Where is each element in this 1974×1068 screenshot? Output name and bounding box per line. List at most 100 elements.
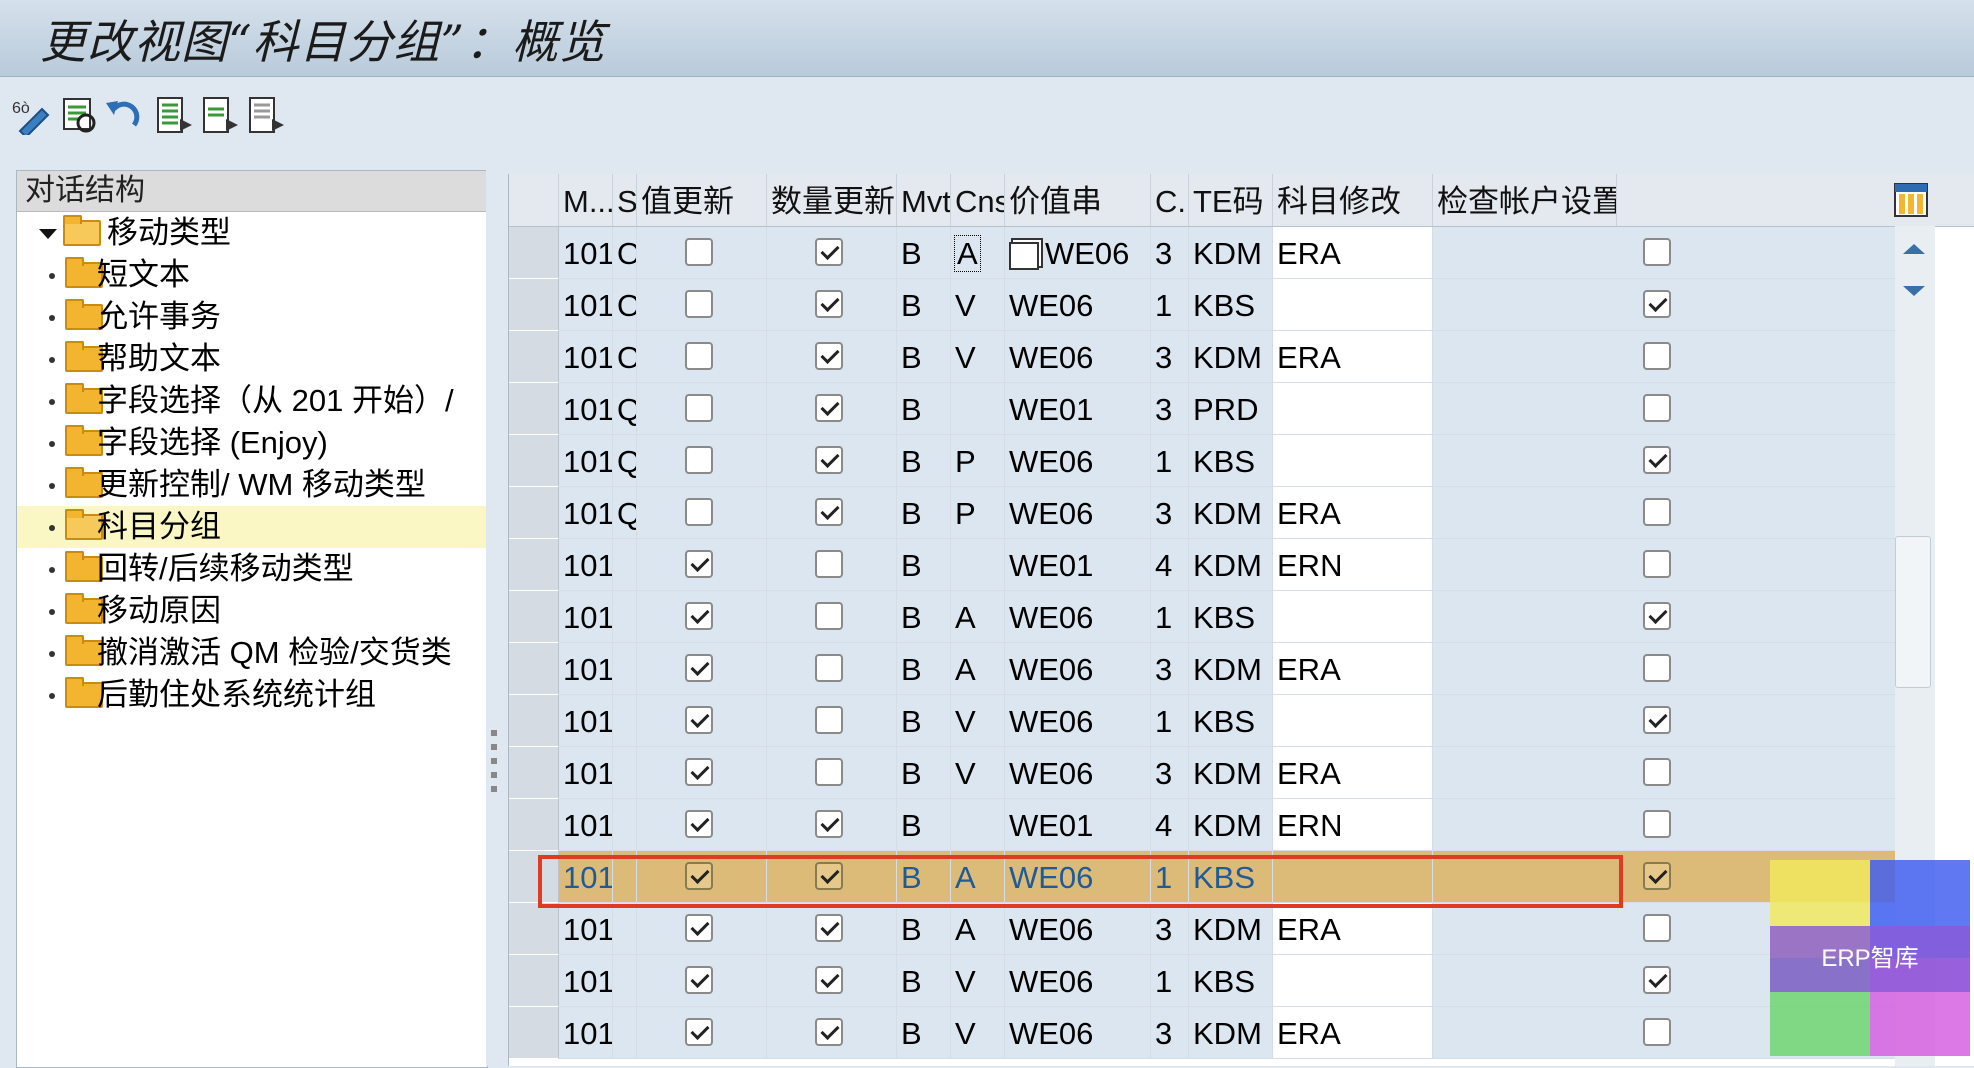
checkbox[interactable] bbox=[1643, 446, 1671, 474]
checkbox[interactable] bbox=[685, 498, 713, 526]
cell-account-modifier[interactable]: ERN bbox=[1273, 539, 1433, 591]
cell-account-modifier[interactable]: ERA bbox=[1273, 331, 1433, 383]
table-row[interactable]: 101Q BP WE06 1 KBS bbox=[559, 435, 1903, 487]
cell-account-modifier[interactable] bbox=[1273, 591, 1433, 643]
cell-account-modifier[interactable] bbox=[1273, 279, 1433, 331]
row-selector[interactable] bbox=[509, 903, 559, 955]
column-header[interactable]: S bbox=[613, 174, 637, 226]
table-row[interactable]: 101O BV WE06 3 KDM ERA bbox=[559, 331, 1903, 383]
cell-account-modifier[interactable] bbox=[1273, 695, 1433, 747]
tree-item[interactable]: 回转/后续移动类型 bbox=[17, 548, 487, 590]
cell-account-modifier[interactable]: ERN bbox=[1273, 799, 1433, 851]
checkbox[interactable] bbox=[1643, 1018, 1671, 1046]
tree-item[interactable]: 科目分组 bbox=[17, 506, 487, 548]
checkbox[interactable] bbox=[1643, 342, 1671, 370]
table-row[interactable]: 101Q B WE01 3 PRD bbox=[559, 383, 1903, 435]
checkbox[interactable] bbox=[685, 654, 713, 682]
row-selector[interactable] bbox=[509, 747, 559, 799]
checkbox[interactable] bbox=[815, 446, 843, 474]
cell-account-modifier[interactable] bbox=[1273, 383, 1433, 435]
column-header[interactable]: 价值串 bbox=[1005, 174, 1151, 226]
tree-item[interactable]: 帮助文本 bbox=[17, 338, 487, 380]
checkbox[interactable] bbox=[1643, 602, 1671, 630]
table-row[interactable]: 101 B A WE06 3 KDM ERA bbox=[559, 903, 1903, 955]
row-selector[interactable] bbox=[509, 591, 559, 643]
table-row[interactable]: 101 B V WE06 1 KBS bbox=[559, 955, 1903, 1007]
checkbox[interactable] bbox=[685, 1018, 713, 1046]
cell-account-modifier[interactable]: ERA bbox=[1273, 747, 1433, 799]
checkbox[interactable] bbox=[685, 966, 713, 994]
checkbox[interactable] bbox=[685, 758, 713, 786]
checkbox[interactable] bbox=[815, 810, 843, 838]
checkbox[interactable] bbox=[815, 550, 843, 578]
cell-account-modifier[interactable] bbox=[1273, 955, 1433, 1007]
table-row[interactable]: 101 B WE01 4 KDM ERN bbox=[559, 539, 1903, 591]
checkbox[interactable] bbox=[815, 914, 843, 942]
scroll-up-icon[interactable] bbox=[1903, 244, 1925, 254]
checkbox[interactable] bbox=[815, 758, 843, 786]
checkbox[interactable] bbox=[815, 706, 843, 734]
change-display-icon[interactable]: 6ò bbox=[12, 95, 52, 135]
checkbox[interactable] bbox=[815, 654, 843, 682]
column-header[interactable]: 数量更新 bbox=[767, 174, 897, 226]
checkbox[interactable] bbox=[1643, 914, 1671, 942]
checkbox[interactable] bbox=[685, 290, 713, 318]
checkbox[interactable] bbox=[685, 550, 713, 578]
row-selector[interactable] bbox=[509, 851, 559, 903]
checkbox[interactable] bbox=[685, 394, 713, 422]
checkbox[interactable] bbox=[1643, 706, 1671, 734]
table-row[interactable]: 101 B V WE06 3 KDM ERA bbox=[559, 1007, 1903, 1059]
row-selector[interactable] bbox=[509, 539, 559, 591]
row-selector[interactable] bbox=[509, 435, 559, 487]
table-row[interactable]: 101 B A WE06 1 KBS bbox=[559, 591, 1903, 643]
column-settings-icon[interactable] bbox=[1893, 181, 1929, 219]
tree-item[interactable]: 短文本 bbox=[17, 254, 487, 296]
tree-item[interactable]: 后勤住处系统统计组 bbox=[17, 674, 487, 716]
cell-account-modifier[interactable] bbox=[1273, 435, 1433, 487]
checkbox[interactable] bbox=[1643, 654, 1671, 682]
table-row[interactable]: 101 B A WE06 1 KBS bbox=[559, 851, 1903, 903]
cell-account-modifier[interactable]: ERA bbox=[1273, 487, 1433, 539]
checkbox[interactable] bbox=[1643, 862, 1671, 890]
checkbox[interactable] bbox=[815, 498, 843, 526]
checkbox[interactable] bbox=[685, 862, 713, 890]
checkbox[interactable] bbox=[685, 238, 713, 266]
table-row[interactable]: 101 B A WE06 3 KDM ERA bbox=[559, 643, 1903, 695]
deselect-all-icon[interactable] bbox=[246, 95, 286, 135]
tree-item[interactable]: 字段选择 (Enjoy) bbox=[17, 422, 487, 464]
tree-item[interactable]: 字段选择（从 201 开始）/ bbox=[17, 380, 487, 422]
table-row[interactable]: 101Q BP WE06 3 KDM ERA bbox=[559, 487, 1903, 539]
column-header[interactable]: Mvt bbox=[897, 174, 951, 226]
checkbox[interactable] bbox=[685, 342, 713, 370]
row-selector[interactable] bbox=[509, 695, 559, 747]
tree-item[interactable]: 移动原因 bbox=[17, 590, 487, 632]
column-header[interactable]: 检查帐户设置 bbox=[1433, 174, 1617, 226]
checkbox[interactable] bbox=[1643, 810, 1671, 838]
table-row[interactable]: 101O BA WE06 3 KDM ERA bbox=[559, 227, 1903, 279]
table-row[interactable]: 101 B WE01 4 KDM ERN bbox=[559, 799, 1903, 851]
checkbox[interactable] bbox=[1643, 758, 1671, 786]
row-selector[interactable] bbox=[509, 799, 559, 851]
table-row[interactable]: 101O BV WE06 1 KBS bbox=[559, 279, 1903, 331]
checkbox[interactable] bbox=[1643, 290, 1671, 318]
scroll-down-icon[interactable] bbox=[1903, 286, 1925, 296]
column-header[interactable]: TE码 bbox=[1189, 174, 1273, 226]
row-selector[interactable] bbox=[509, 227, 559, 279]
row-selector[interactable] bbox=[509, 331, 559, 383]
checkbox[interactable] bbox=[1643, 394, 1671, 422]
checkbox[interactable] bbox=[815, 966, 843, 994]
cell-account-modifier[interactable]: ERA bbox=[1273, 1007, 1433, 1059]
checkbox[interactable] bbox=[1643, 498, 1671, 526]
checkbox[interactable] bbox=[815, 342, 843, 370]
table-row[interactable]: 101 B V WE06 3 KDM ERA bbox=[559, 747, 1903, 799]
column-header[interactable]: Cns bbox=[951, 174, 1005, 226]
row-selector-header[interactable] bbox=[509, 174, 559, 226]
row-selector[interactable] bbox=[509, 383, 559, 435]
cell-account-modifier[interactable] bbox=[1273, 851, 1433, 903]
checkbox[interactable] bbox=[685, 602, 713, 630]
checkbox[interactable] bbox=[815, 1018, 843, 1046]
column-header[interactable]: 科目修改 bbox=[1273, 174, 1433, 226]
column-header[interactable]: C.. bbox=[1151, 174, 1189, 226]
row-selector[interactable] bbox=[509, 487, 559, 539]
checkbox[interactable] bbox=[1643, 550, 1671, 578]
